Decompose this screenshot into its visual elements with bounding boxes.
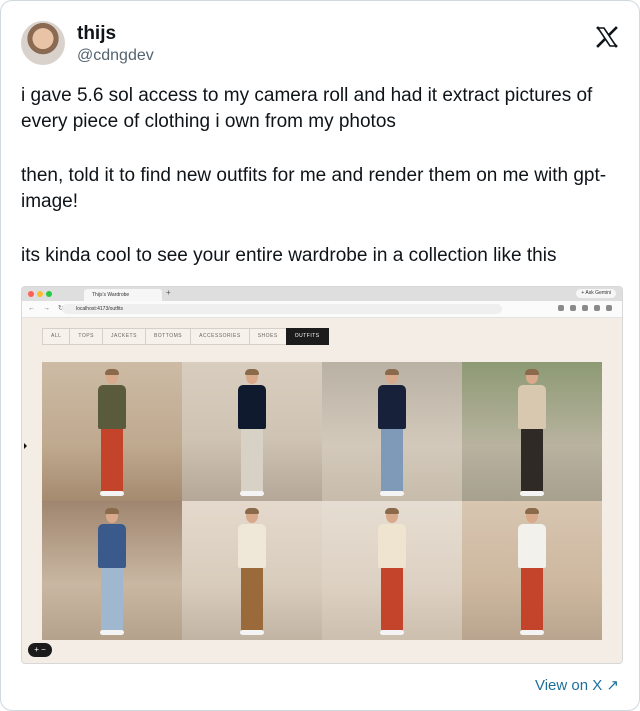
filter-shoes: SHOES	[248, 328, 287, 345]
tweet-card: thijs @cdngdev i gave 5.6 sol access to …	[0, 0, 640, 711]
outfit-model	[94, 369, 130, 498]
extension-icon	[570, 305, 576, 311]
filter-tops: TOPS	[69, 328, 103, 345]
extension-icon	[606, 305, 612, 311]
browser-tab: Thijs's Wardrobe	[84, 289, 162, 301]
outfit-tile	[182, 501, 322, 640]
url-field: localhost:4173/outfits	[62, 304, 502, 314]
mouse-cursor-icon	[24, 443, 27, 449]
outfit-model	[94, 508, 130, 637]
outfit-tile	[42, 362, 182, 501]
outfit-tile	[462, 362, 602, 501]
extension-icon	[582, 305, 588, 311]
new-tab-icon: +	[166, 288, 171, 297]
filter-all: ALL	[42, 328, 71, 345]
outfit-tile	[182, 362, 322, 501]
extension-icons	[558, 305, 612, 311]
x-logo-icon[interactable]	[595, 25, 619, 49]
ask-gemini-button: + Ask Gemini	[576, 289, 616, 298]
outfit-model	[374, 369, 410, 498]
browser-url-bar: ← → ↻ localhost:4173/outfits	[22, 301, 622, 318]
filter-outfits: OUTFITS	[285, 328, 329, 345]
outfit-model	[374, 508, 410, 637]
author-name[interactable]: thijs	[77, 23, 116, 45]
outfit-model	[514, 508, 550, 637]
browser-tab-bar: Thijs's Wardrobe + + Ask Gemini	[22, 287, 622, 301]
outfit-model	[234, 508, 270, 637]
filter-bottoms: BOTTOMS	[144, 328, 192, 345]
outfit-tile	[322, 501, 462, 640]
filter-tabs: ALL TOPS JACKETS BOTTOMS ACCESSORIES SHO…	[42, 328, 329, 345]
filter-accessories: ACCESSORIES	[190, 328, 250, 345]
author-handle[interactable]: @cdngdev	[77, 47, 154, 65]
post-paragraph: its kinda cool to see your entire wardro…	[21, 245, 557, 266]
avatar[interactable]	[21, 21, 65, 65]
outfit-tile	[42, 501, 182, 640]
filter-jackets: JACKETS	[101, 328, 146, 345]
minimize-dot-icon	[37, 291, 43, 297]
view-on-x-link[interactable]: View on X ↗	[535, 676, 619, 694]
outfit-tile	[462, 501, 602, 640]
maximize-dot-icon	[46, 291, 52, 297]
outfit-grid	[42, 362, 602, 640]
nav-buttons: ← → ↻	[28, 305, 67, 312]
outfit-tile	[322, 362, 462, 501]
wardrobe-page: ALL TOPS JACKETS BOTTOMS ACCESSORIES SHO…	[22, 318, 622, 663]
outfit-model	[234, 369, 270, 498]
post-text: i gave 5.6 sol access to my camera roll …	[21, 83, 621, 297]
outfit-model	[514, 369, 550, 498]
post-paragraph: i gave 5.6 sol access to my camera roll …	[21, 85, 593, 132]
close-dot-icon	[28, 291, 34, 297]
post-paragraph: then, told it to find new outfits for me…	[21, 165, 607, 212]
attached-screenshot[interactable]: Thijs's Wardrobe + + Ask Gemini ← → ↻ lo…	[21, 286, 623, 664]
zoom-control: + −	[28, 643, 52, 657]
extension-icon	[594, 305, 600, 311]
extension-icon	[558, 305, 564, 311]
